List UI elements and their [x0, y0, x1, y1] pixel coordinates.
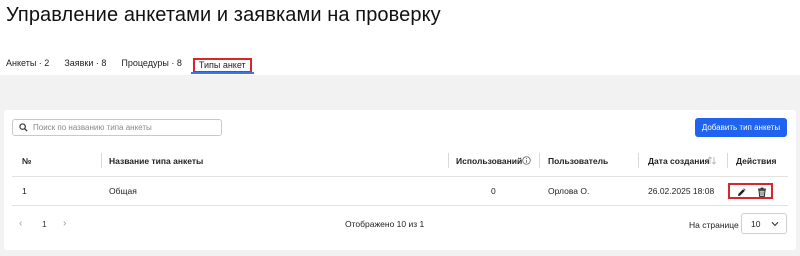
cell-user: Орлова О.	[548, 186, 590, 196]
page-number[interactable]: 1	[42, 219, 47, 229]
tab-label: Процедуры · 8	[121, 58, 182, 68]
tab-questionnaires[interactable]: Анкеты · 2	[6, 56, 49, 68]
previous-page-button[interactable]: ‹	[19, 218, 22, 229]
per-page-value: 10	[751, 219, 761, 229]
info-circle-icon[interactable]	[522, 156, 531, 165]
column-divider	[638, 153, 639, 168]
page-title: Управление анкетами и заявками на провер…	[6, 4, 441, 26]
pencil-icon[interactable]	[737, 187, 747, 197]
tab-requests[interactable]: Заявки · 8	[64, 56, 106, 68]
cell-usages: 0	[491, 186, 496, 196]
column-header-created[interactable]: Дата создания	[648, 156, 710, 166]
column-header-name[interactable]: Название типа анкеты	[109, 156, 203, 166]
column-divider	[727, 153, 728, 168]
cell-number: 1	[22, 186, 27, 196]
column-header-user[interactable]: Пользователь	[548, 156, 608, 166]
tab-label: Анкеты · 2	[6, 58, 50, 68]
cell-name: Общая	[109, 186, 137, 196]
per-page-label: На странице	[689, 220, 739, 230]
tab-label: Типы анкет	[192, 58, 252, 73]
records-shown-text: Отображено 10 из 1	[345, 219, 425, 229]
trash-icon[interactable]	[757, 187, 767, 197]
column-header-actions: Действия	[736, 156, 777, 166]
tab-bar: Анкеты · 2 Заявки · 8 Процедуры · 8 Типы…	[6, 56, 267, 74]
column-divider	[448, 153, 449, 168]
search-input[interactable]	[33, 121, 218, 134]
tab-questionnaire-types[interactable]: Типы анкет	[190, 56, 254, 74]
search-icon	[19, 123, 28, 132]
column-divider	[101, 153, 102, 168]
header-divider	[12, 176, 788, 177]
column-divider	[539, 153, 540, 168]
chevron-down-icon	[771, 221, 779, 227]
row-actions	[728, 183, 773, 199]
per-page-select[interactable]: 10	[741, 213, 787, 234]
row-divider	[12, 205, 788, 206]
add-questionnaire-type-button[interactable]: Добавить тип анкеты	[695, 118, 787, 137]
next-page-button[interactable]: ›	[63, 218, 66, 229]
cell-created: 26.02.2025 18:08	[648, 186, 715, 196]
column-header-usages[interactable]: Использований	[456, 156, 522, 166]
column-header-number: №	[22, 156, 32, 166]
sort-icon[interactable]	[707, 156, 717, 165]
search-field[interactable]	[12, 119, 222, 136]
tab-label: Заявки · 8	[64, 58, 107, 68]
tab-procedures[interactable]: Процедуры · 8	[121, 56, 181, 68]
